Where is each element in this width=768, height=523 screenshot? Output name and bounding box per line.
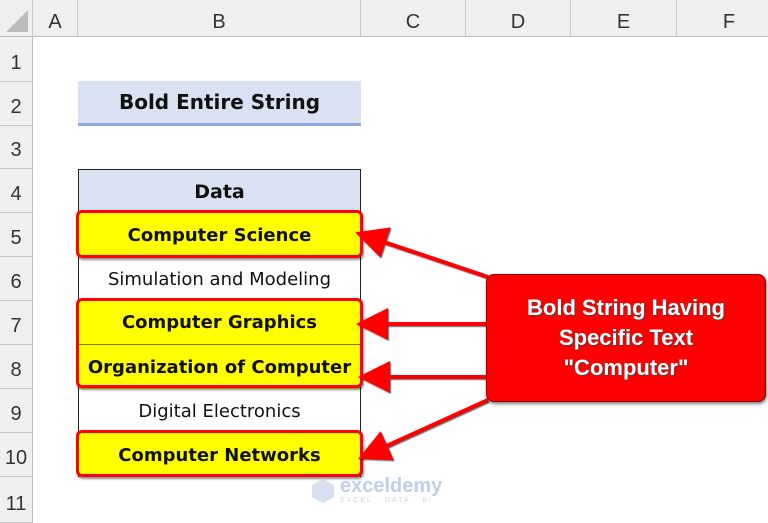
- row-header-6[interactable]: 6: [0, 257, 33, 301]
- table-row[interactable]: Computer Graphics: [79, 301, 360, 345]
- table-header-cell[interactable]: Data: [79, 170, 360, 214]
- watermark: exceldemy EXCEL · DATA · BI: [312, 476, 442, 506]
- title-cell-b2[interactable]: Bold Entire String: [78, 81, 361, 126]
- callout-box: Bold String Having Specific Text "Comput…: [486, 274, 766, 402]
- row-header-4[interactable]: 4: [0, 169, 33, 213]
- row-header-5[interactable]: 5: [0, 213, 33, 257]
- table-row[interactable]: Computer Networks: [79, 433, 360, 477]
- column-header-b[interactable]: B: [78, 0, 361, 37]
- table-row[interactable]: Computer Science: [79, 213, 360, 257]
- row-header-1[interactable]: 1: [0, 37, 33, 82]
- column-header-c[interactable]: C: [361, 0, 466, 37]
- arrow-to-row10: [358, 398, 489, 461]
- callout-line-3: "Computer": [563, 355, 689, 380]
- callout-line-1: Bold String Having: [527, 295, 725, 320]
- row-header-3[interactable]: 3: [0, 126, 33, 169]
- exceldemy-logo-icon: [312, 479, 334, 503]
- column-header-a[interactable]: A: [33, 0, 78, 37]
- row-header-11[interactable]: 11: [0, 477, 33, 523]
- arrow-to-row5: [355, 227, 489, 279]
- table-row[interactable]: Organization of Computer: [79, 345, 360, 389]
- data-table: Data Computer Science Simulation and Mod…: [78, 169, 361, 477]
- callout-line-2: Specific Text: [558, 325, 694, 350]
- watermark-name: exceldemy: [340, 475, 443, 497]
- column-header-d[interactable]: D: [466, 0, 571, 37]
- row-header-8[interactable]: 8: [0, 345, 33, 389]
- row-header-7[interactable]: 7: [0, 301, 33, 345]
- select-all-button[interactable]: [0, 0, 33, 37]
- row-header-9[interactable]: 9: [0, 389, 33, 433]
- table-row[interactable]: Simulation and Modeling: [79, 257, 360, 301]
- row-header-10[interactable]: 10: [0, 433, 33, 477]
- watermark-tagline: EXCEL · DATA · BI: [340, 497, 433, 504]
- column-header-f[interactable]: F: [677, 0, 768, 37]
- column-header-e[interactable]: E: [571, 0, 677, 37]
- row-header-2[interactable]: 2: [0, 82, 33, 126]
- table-row[interactable]: Digital Electronics: [79, 389, 360, 433]
- select-all-triangle-icon: [6, 10, 28, 32]
